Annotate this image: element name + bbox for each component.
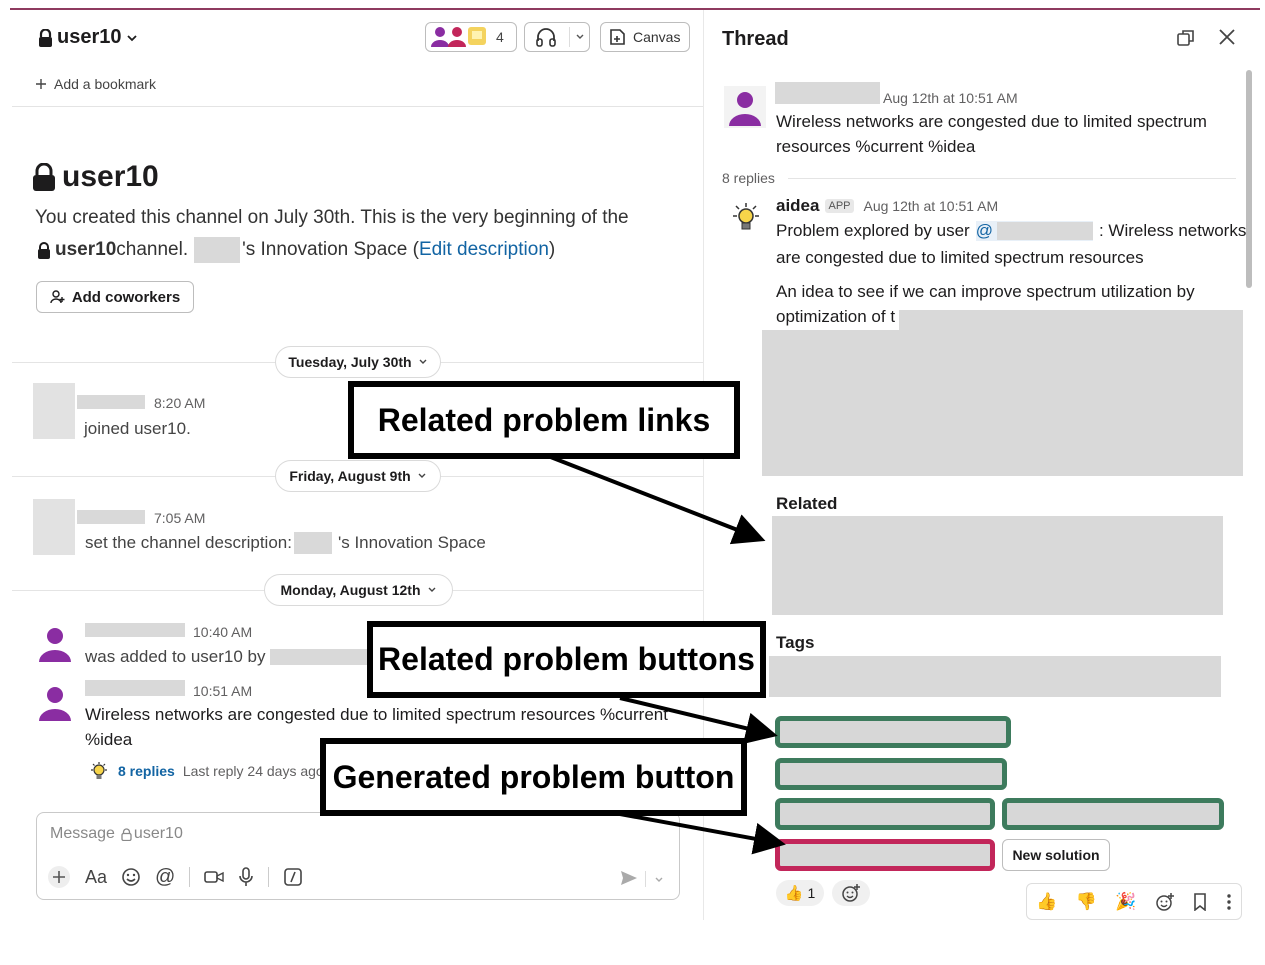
callout-text: Generated problem button xyxy=(332,758,735,795)
callout-related-links: Related problem links xyxy=(348,381,740,459)
callout-generated-button: Generated problem button xyxy=(320,738,747,816)
callout-text: Related problem links xyxy=(377,401,711,438)
callout-text: Related problem buttons xyxy=(378,641,755,677)
annotation-arrows xyxy=(547,454,786,855)
callout-related-buttons: Related problem buttons xyxy=(367,621,766,698)
